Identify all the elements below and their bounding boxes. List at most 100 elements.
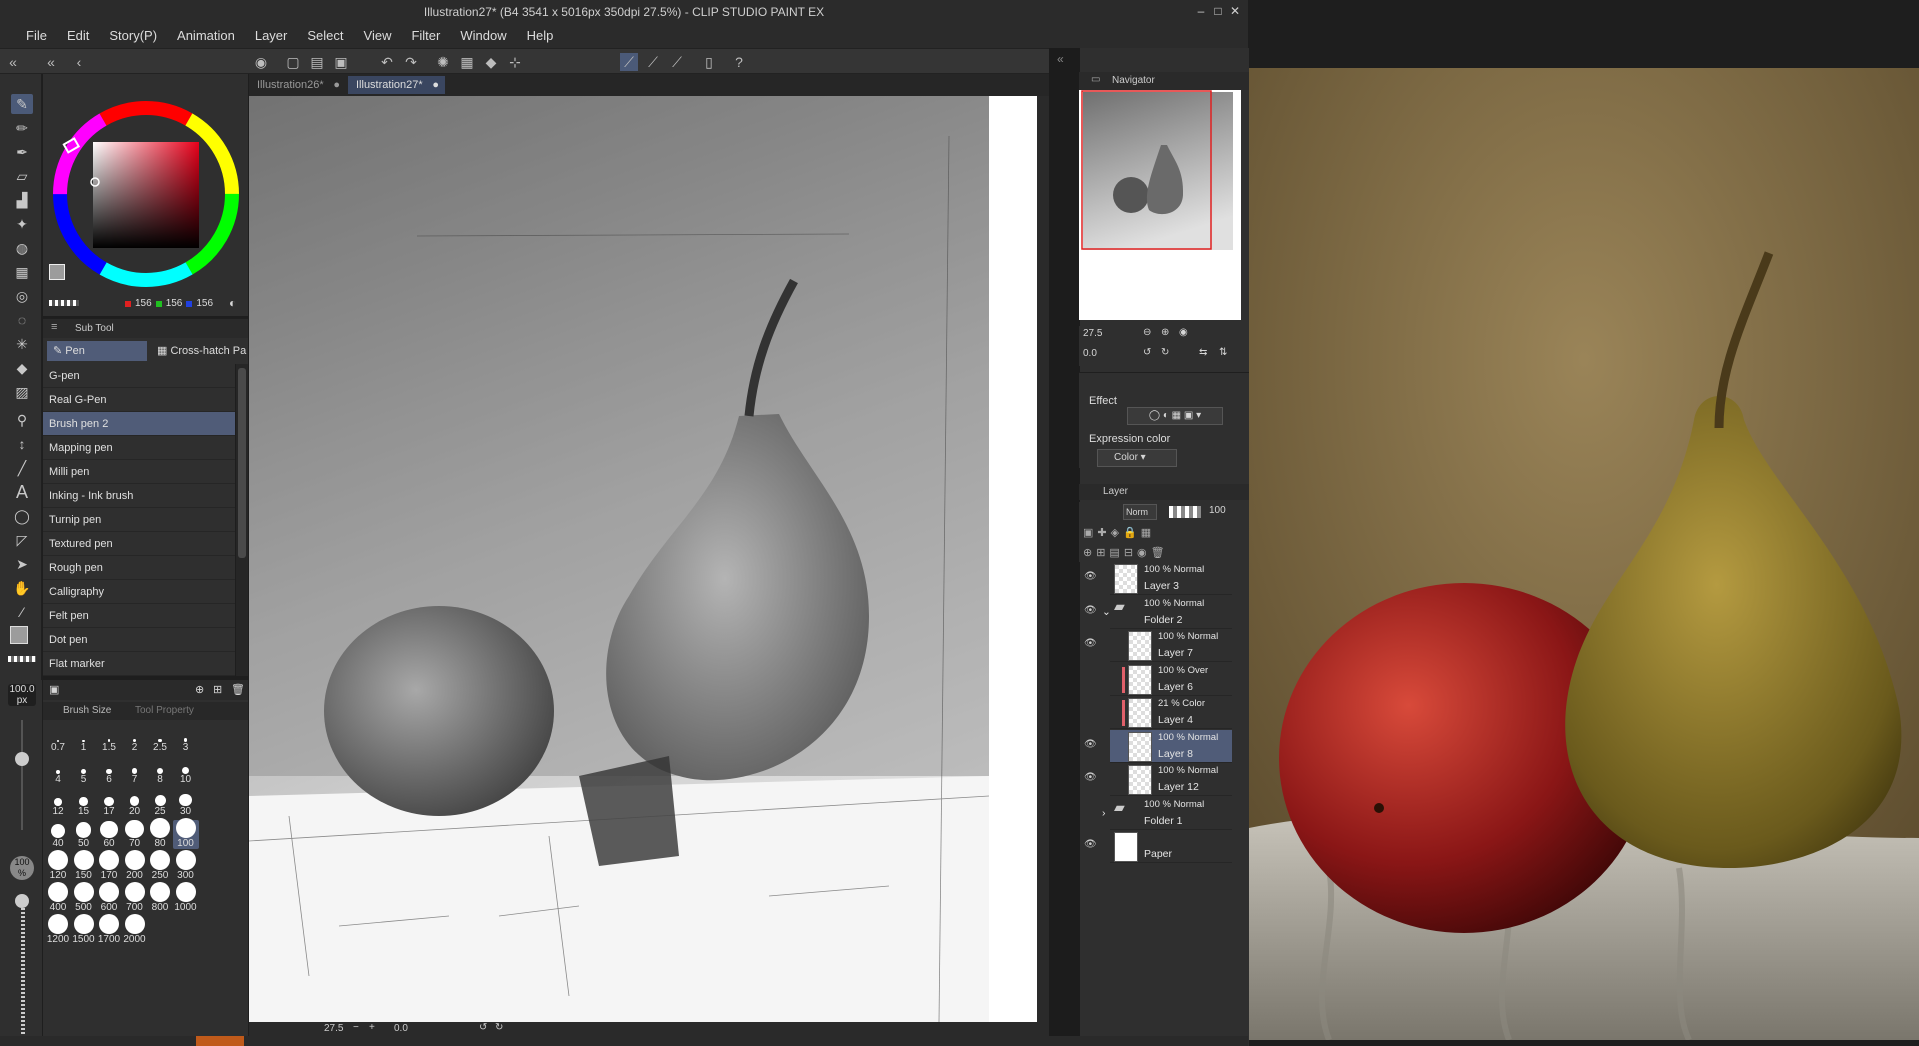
brush-size-preset[interactable]: 250	[147, 850, 173, 881]
balloon-tool-icon[interactable]: ◯	[11, 506, 33, 526]
zoom-tool-icon[interactable]: ⚲	[11, 410, 33, 430]
brush-item[interactable]: Turnip pen	[43, 508, 235, 532]
tab-cross-hatch[interactable]: ▦ Cross-hatch Pa	[151, 341, 247, 361]
fill-icon[interactable]: ◆	[482, 53, 500, 71]
brush-size-preset[interactable]: 6	[96, 756, 122, 785]
opacity-slider-track[interactable]	[21, 894, 25, 1034]
layer-lock-icons[interactable]: ▣✚◈🔒▦	[1083, 526, 1155, 539]
snap-ruler-icon[interactable]: ⟋	[620, 53, 638, 71]
layer-row[interactable]: 21 % Color Layer 4	[1110, 696, 1232, 729]
drawing-canvas[interactable]	[248, 96, 1037, 1023]
brush-item[interactable]: Textured pen	[43, 532, 235, 556]
layer-row[interactable]: › ▰ 100 % Normal Folder 1	[1102, 797, 1232, 830]
zoom-out-icon[interactable]: ⊖	[1143, 327, 1151, 338]
tab-close-icon[interactable]: ●	[432, 76, 439, 94]
brush-item[interactable]: Rough pen	[43, 556, 235, 580]
menu-layer[interactable]: Layer	[245, 24, 298, 48]
color-settings-icon[interactable]: ◐	[229, 296, 236, 310]
navigator-thumbnail[interactable]	[1079, 90, 1241, 320]
opacity-slider[interactable]	[1169, 506, 1201, 518]
rotate-left-icon[interactable]: ↺	[479, 1022, 487, 1033]
visibility-eye-icon[interactable]: 👁	[1084, 772, 1097, 783]
brush-item[interactable]: Real G-Pen	[43, 388, 235, 412]
folder-toggle-icon[interactable]: ›	[1102, 807, 1106, 819]
duplicate-size-icon[interactable]: ⊞	[213, 683, 222, 696]
opacity-readout[interactable]: 100%	[10, 856, 34, 880]
brush-size-preset[interactable]: 0.7	[45, 724, 71, 753]
brush-item[interactable]: Dot pen	[43, 628, 235, 652]
delete-size-icon[interactable]: 🗑	[231, 683, 245, 696]
menu-storyp[interactable]: Story(P)	[99, 24, 167, 48]
brush-size-preset[interactable]: 170	[96, 850, 122, 881]
close-icon[interactable]: ✕	[1227, 3, 1243, 19]
brush-size-preset[interactable]: 4	[45, 756, 71, 785]
transparency-swatch[interactable]	[49, 300, 79, 306]
tab-brush-size[interactable]: Brush Size	[63, 705, 111, 716]
collapse-left-icon[interactable]: «	[4, 53, 22, 71]
add-size-icon[interactable]: ⊕	[195, 683, 204, 696]
bucket-tool-icon[interactable]: ◆	[11, 358, 33, 378]
book-icon[interactable]: ▯	[700, 53, 718, 71]
pencil-tool-icon[interactable]: ✏	[11, 118, 33, 138]
open-file-icon[interactable]: ▤	[308, 53, 326, 71]
brush-item[interactable]: Flat marker	[43, 652, 235, 676]
chevron-left-icon[interactable]: ‹	[70, 53, 88, 71]
folder-toggle-icon[interactable]: ⌄	[1102, 606, 1111, 618]
brush-size-readout[interactable]: 100.0 px	[8, 684, 36, 706]
canvas-area[interactable]	[248, 96, 1037, 1023]
transform-icon[interactable]: ⊹	[506, 53, 524, 71]
hand-tool-icon[interactable]: ✋	[11, 578, 33, 598]
brush-size-preset[interactable]: 20	[122, 788, 148, 817]
brush-size-preset[interactable]: 600	[96, 882, 122, 913]
menu-window[interactable]: Window	[450, 24, 516, 48]
maximize-icon[interactable]: □	[1210, 3, 1226, 19]
brush-size-preset[interactable]: 12	[45, 788, 71, 817]
layer-row[interactable]: 👁 100 % Normal Layer 3	[1084, 562, 1232, 595]
layer-opacity-value[interactable]: 100	[1209, 505, 1226, 516]
canvas-angle-value[interactable]: 0.0	[394, 1023, 408, 1034]
minimize-icon[interactable]: –	[1193, 3, 1209, 19]
frame-tool-icon[interactable]: ◸	[11, 530, 33, 550]
tab-tool-property[interactable]: Tool Property	[135, 705, 194, 716]
tab-illustration27[interactable]: Illustration27* ●	[348, 76, 445, 94]
3d-tool-icon[interactable]: ◎	[11, 286, 33, 306]
zoom-out-icon[interactable]: −	[353, 1022, 359, 1033]
tab-illustration26[interactable]: Illustration26* ●	[249, 76, 346, 94]
effect-buttons[interactable]: ◯ ◐ ▦ ▣ ▾	[1127, 407, 1223, 425]
brush-size-preset[interactable]: 2.5	[147, 724, 173, 753]
operation-tool-icon[interactable]: ➤	[11, 554, 33, 574]
layer-row[interactable]: 👁 ⌄ ▰ 100 % Normal Folder 2	[1084, 596, 1232, 629]
brush-size-preset[interactable]: 40	[45, 820, 71, 849]
brush-size-preset[interactable]: 120	[45, 850, 71, 881]
size-slider-track[interactable]	[21, 720, 23, 830]
layer-action-icons[interactable]: ⊕⊞▤⊟◉🗑	[1083, 546, 1169, 559]
transparent-color-swatch[interactable]	[8, 656, 36, 662]
visibility-eye-icon[interactable]: 👁	[1084, 571, 1097, 582]
eyedropper-tool-icon[interactable]: ⁄	[11, 602, 33, 622]
brush-size-preset[interactable]: 1	[71, 724, 97, 753]
size-slider-handle[interactable]	[15, 752, 29, 766]
grid-icon[interactable]: ▦	[458, 53, 476, 71]
tab-pen[interactable]: ✎ Pen	[47, 341, 147, 361]
layer-row[interactable]: 👁 Paper	[1084, 830, 1232, 863]
brush-size-preset[interactable]: 300	[173, 850, 199, 881]
brush-tool-icon[interactable]: ✒	[11, 142, 33, 162]
rotate-left-icon[interactable]: ↺	[1143, 347, 1151, 358]
clip-studio-icon[interactable]: ◉	[252, 53, 270, 71]
brush-size-preset[interactable]: 1500	[71, 914, 97, 945]
brush-size-preset[interactable]: 2	[122, 724, 148, 753]
brush-size-preset[interactable]: 70	[122, 819, 148, 849]
brush-item[interactable]: Milli pen	[43, 460, 235, 484]
navigator-rotation-value[interactable]: 0.0	[1083, 348, 1097, 359]
brush-size-preset[interactable]: 800	[147, 882, 173, 913]
visibility-eye-icon[interactable]: 👁	[1084, 839, 1097, 850]
brush-item[interactable]: Mapping pen	[43, 436, 235, 460]
brush-size-preset[interactable]: 5	[71, 756, 97, 785]
blend-tool-icon[interactable]: ◍	[11, 238, 33, 258]
tab-close-icon[interactable]: ●	[333, 76, 340, 94]
brush-size-preset[interactable]: 8	[147, 756, 173, 785]
brush-item[interactable]: Brush pen 2	[43, 412, 235, 436]
brush-size-preset[interactable]: 150	[71, 850, 97, 881]
scroll-thumb[interactable]	[238, 368, 246, 558]
menu-file[interactable]: File	[16, 24, 57, 48]
